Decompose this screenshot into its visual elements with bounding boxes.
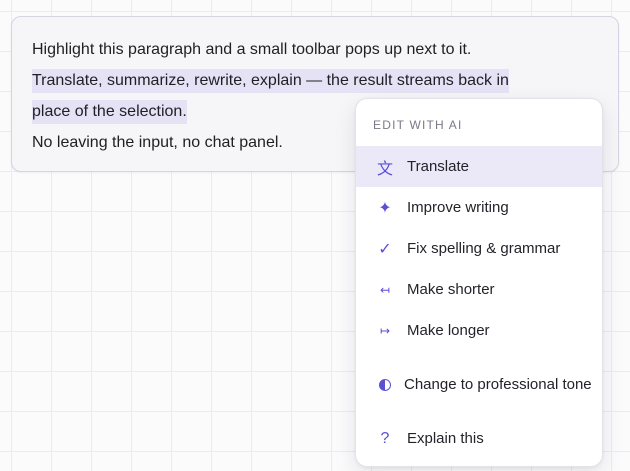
menu-item-fix-spelling[interactable]: ✓ Fix spelling & grammar xyxy=(356,228,602,269)
menu-item-label: Make shorter xyxy=(407,280,495,298)
paragraph-line-3: No leaving the input, no chat panel. xyxy=(32,134,283,151)
menu-item-make-shorter[interactable]: ↤ Make shorter xyxy=(356,269,602,310)
menu-item-improve-writing[interactable]: ✦ Improve writing xyxy=(356,187,602,228)
selected-text-line-1[interactable]: Translate, summarize, rewrite, explain —… xyxy=(32,69,509,93)
menu-item-make-longer[interactable]: ↦ Make longer xyxy=(356,310,602,351)
shorten-arrows-icon: ↤ xyxy=(379,282,391,297)
sparkle-icon: ✦ xyxy=(378,199,392,217)
lengthen-arrow-icon: ↦ xyxy=(379,323,391,338)
question-mark-icon: ? xyxy=(380,429,390,447)
menu-item-label: Fix spelling & grammar xyxy=(407,239,561,257)
menu-item-label: Change to professional tone xyxy=(404,375,592,393)
ai-edit-menu: EDIT WITH AI 文 Translate ✦ Improve writi… xyxy=(355,98,603,467)
menu-item-explain[interactable]: ? Explain this xyxy=(356,418,602,459)
menu-item-label: Make longer xyxy=(407,321,490,339)
menu-header: EDIT WITH AI xyxy=(373,118,463,132)
half-circle-tone-icon xyxy=(375,378,395,391)
menu-item-label: Translate xyxy=(407,157,469,175)
menu-item-professional-tone[interactable]: Change to professional tone xyxy=(356,351,602,418)
checkmark-icon: ✓ xyxy=(378,240,392,258)
menu-item-label: Improve writing xyxy=(407,198,509,216)
paragraph-line-1: Highlight this paragraph and a small too… xyxy=(32,41,472,58)
selected-text-line-2[interactable]: place of the selection. xyxy=(32,100,187,124)
translate-icon: 文 xyxy=(376,160,393,178)
menu-item-translate[interactable]: 文 Translate xyxy=(356,146,602,187)
menu-item-label: Explain this xyxy=(407,429,484,447)
